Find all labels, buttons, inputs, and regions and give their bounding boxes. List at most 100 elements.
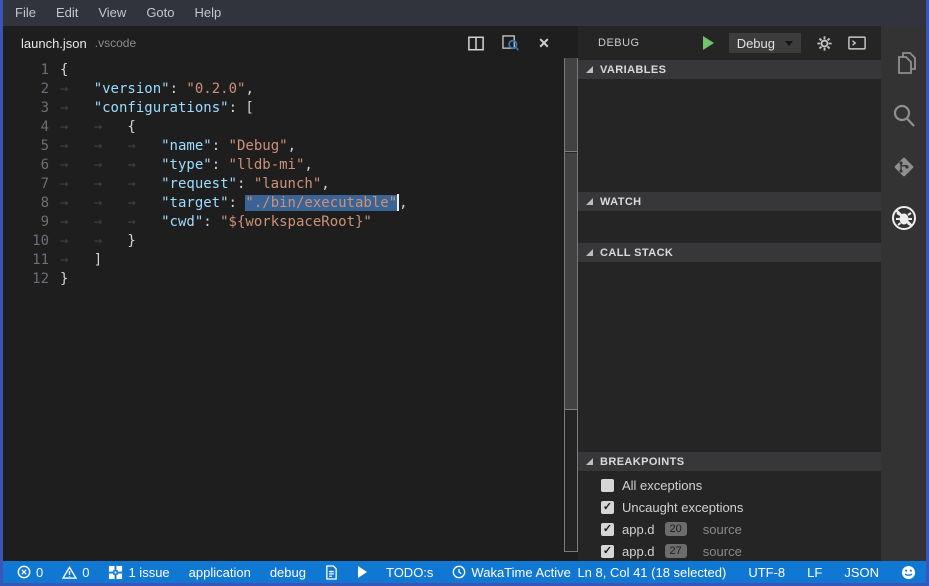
breakpoint-label: Uncaught exceptions <box>622 500 743 515</box>
warning-status-item[interactable]: 0 <box>62 565 89 580</box>
code-text: →→→"request": "launch", <box>60 175 330 194</box>
scrollbar-thumb[interactable] <box>565 58 577 152</box>
section-variables[interactable]: VARIABLES <box>578 60 881 79</box>
scrollbar-track-fill[interactable] <box>565 153 577 410</box>
checkbox-checked-icon[interactable]: ✓ <box>601 523 614 536</box>
code-token: , <box>321 176 329 192</box>
breakpoint-row[interactable]: ✓app.d27source <box>578 540 881 562</box>
code-line: 8→→→"target": "./bin/executable", <box>3 194 564 213</box>
menu-item-help[interactable]: Help <box>185 0 232 26</box>
tab-whitespace-icon: → <box>94 194 128 213</box>
debug-config-dropdown[interactable]: Debug <box>729 33 801 53</box>
no-debug-icon[interactable] <box>881 192 926 243</box>
menu-item-view[interactable]: View <box>88 0 136 26</box>
watch-body[interactable] <box>578 211 881 243</box>
tab-whitespace-icon: → <box>94 118 128 137</box>
section-watch[interactable]: WATCH <box>578 192 881 211</box>
line-number[interactable]: 7 <box>3 175 49 194</box>
section-breakpoints-label: BREAKPOINTS <box>600 456 684 468</box>
breakpoint-row[interactable]: All exceptions <box>578 474 881 496</box>
code-token: } <box>60 271 68 287</box>
checkbox-unchecked-icon[interactable] <box>601 479 614 492</box>
section-call-stack[interactable]: CALL STACK <box>578 243 881 262</box>
menu-item-edit[interactable]: Edit <box>46 0 88 26</box>
line-number[interactable]: 6 <box>3 156 49 175</box>
debug-panel-title: DEBUG <box>598 37 640 49</box>
menu-item-goto[interactable]: Goto <box>136 0 184 26</box>
line-number-badge: 20 <box>665 522 687 536</box>
code-token: : <box>237 176 254 192</box>
status-item[interactable]: debug <box>270 565 306 580</box>
line-number[interactable]: 1 <box>3 61 49 80</box>
tab-whitespace-icon: → <box>127 175 161 194</box>
checkbox-checked-icon[interactable]: ✓ <box>601 545 614 558</box>
status-item[interactable]: JSON <box>844 565 879 580</box>
code-token: : <box>229 195 246 211</box>
code-token: "cwd" <box>161 214 203 230</box>
line-number[interactable]: 11 <box>3 251 49 270</box>
status-item[interactable]: LF <box>807 565 822 580</box>
status-text: TODO:s <box>386 565 433 580</box>
variables-body[interactable] <box>578 79 881 192</box>
status-text: WakaTime Active <box>471 565 570 580</box>
status-bar-right: Ln 8, Col 41 (18 selected) UTF-8 LF JSON <box>577 565 916 580</box>
code-text: →→→"name": "Debug", <box>60 137 296 156</box>
editor-actions: ✕ <box>466 33 554 53</box>
debug-console-icon[interactable] <box>848 36 866 50</box>
line-number[interactable]: 4 <box>3 118 49 137</box>
status-item[interactable]: Ln 8, Col 41 (18 selected) <box>577 565 726 580</box>
activity-bar <box>881 26 926 561</box>
line-number[interactable]: 3 <box>3 99 49 118</box>
line-number[interactable]: 12 <box>3 270 49 289</box>
status-item[interactable]: UTF-8 <box>748 565 785 580</box>
tab-whitespace-icon: → <box>60 80 94 99</box>
smiley-status-item[interactable] <box>901 565 916 580</box>
status-item[interactable]: application <box>189 565 251 580</box>
code-token: "name" <box>161 138 212 154</box>
code-token: , <box>304 157 312 173</box>
notebook-status-item[interactable] <box>325 565 338 580</box>
line-number[interactable]: 9 <box>3 213 49 232</box>
code-text: →→{ <box>60 118 136 137</box>
code-editor[interactable]: 1{2→"version": "0.2.0",3→"configurations… <box>3 60 564 561</box>
twisty-icon <box>586 458 593 465</box>
line-number[interactable]: 5 <box>3 137 49 156</box>
checkbox-checked-icon[interactable]: ✓ <box>601 501 614 514</box>
clock-status-item[interactable]: WakaTime Active <box>452 565 570 580</box>
code-line: 4 →→{ <box>3 118 564 137</box>
section-breakpoints[interactable]: BREAKPOINTS <box>578 452 881 471</box>
run-status-item[interactable] <box>357 566 367 578</box>
code-text: →→→"cwd": "${workspaceRoot}" <box>60 213 372 232</box>
gear-icon[interactable] <box>816 35 833 52</box>
notebook-icon <box>325 565 338 580</box>
code-text: { <box>60 61 68 80</box>
status-text: JSON <box>844 565 879 580</box>
status-text: debug <box>270 565 306 580</box>
split-editor-icon[interactable] <box>466 33 486 53</box>
error-status-item[interactable]: 0 <box>17 565 43 580</box>
code-token: "${workspaceRoot}" <box>220 214 372 230</box>
search-icon[interactable] <box>881 90 926 141</box>
code-text: →→→"type": "lldb-mi", <box>60 156 313 175</box>
files-icon[interactable] <box>881 39 926 90</box>
open-preview-icon[interactable] <box>500 33 520 53</box>
line-number[interactable]: 8 <box>3 194 49 213</box>
call-stack-body[interactable] <box>578 262 881 452</box>
breakpoint-row[interactable]: ✓ Uncaught exceptions <box>578 496 881 518</box>
code-line: 12} <box>3 270 564 289</box>
code-token: ] <box>94 252 102 268</box>
line-number[interactable]: 2 <box>3 80 49 99</box>
editor-scrollbar[interactable] <box>564 58 578 552</box>
close-icon[interactable]: ✕ <box>534 33 554 53</box>
vscode-window: FileEditViewGotoHelp launch.json .vscode… <box>0 0 929 586</box>
line-number[interactable]: 10 <box>3 232 49 251</box>
error-icon <box>17 565 31 579</box>
tab-filename[interactable]: launch.json <box>21 36 87 51</box>
git-icon[interactable] <box>881 141 926 192</box>
breakpoint-row[interactable]: ✓app.d20source <box>578 518 881 540</box>
menu-item-file[interactable]: File <box>5 0 46 26</box>
tab-whitespace-icon: → <box>94 213 128 232</box>
status-item[interactable]: TODO:s <box>386 565 433 580</box>
issues-status-item[interactable]: 1 issue <box>108 565 169 580</box>
start-debug-button[interactable] <box>703 36 714 50</box>
